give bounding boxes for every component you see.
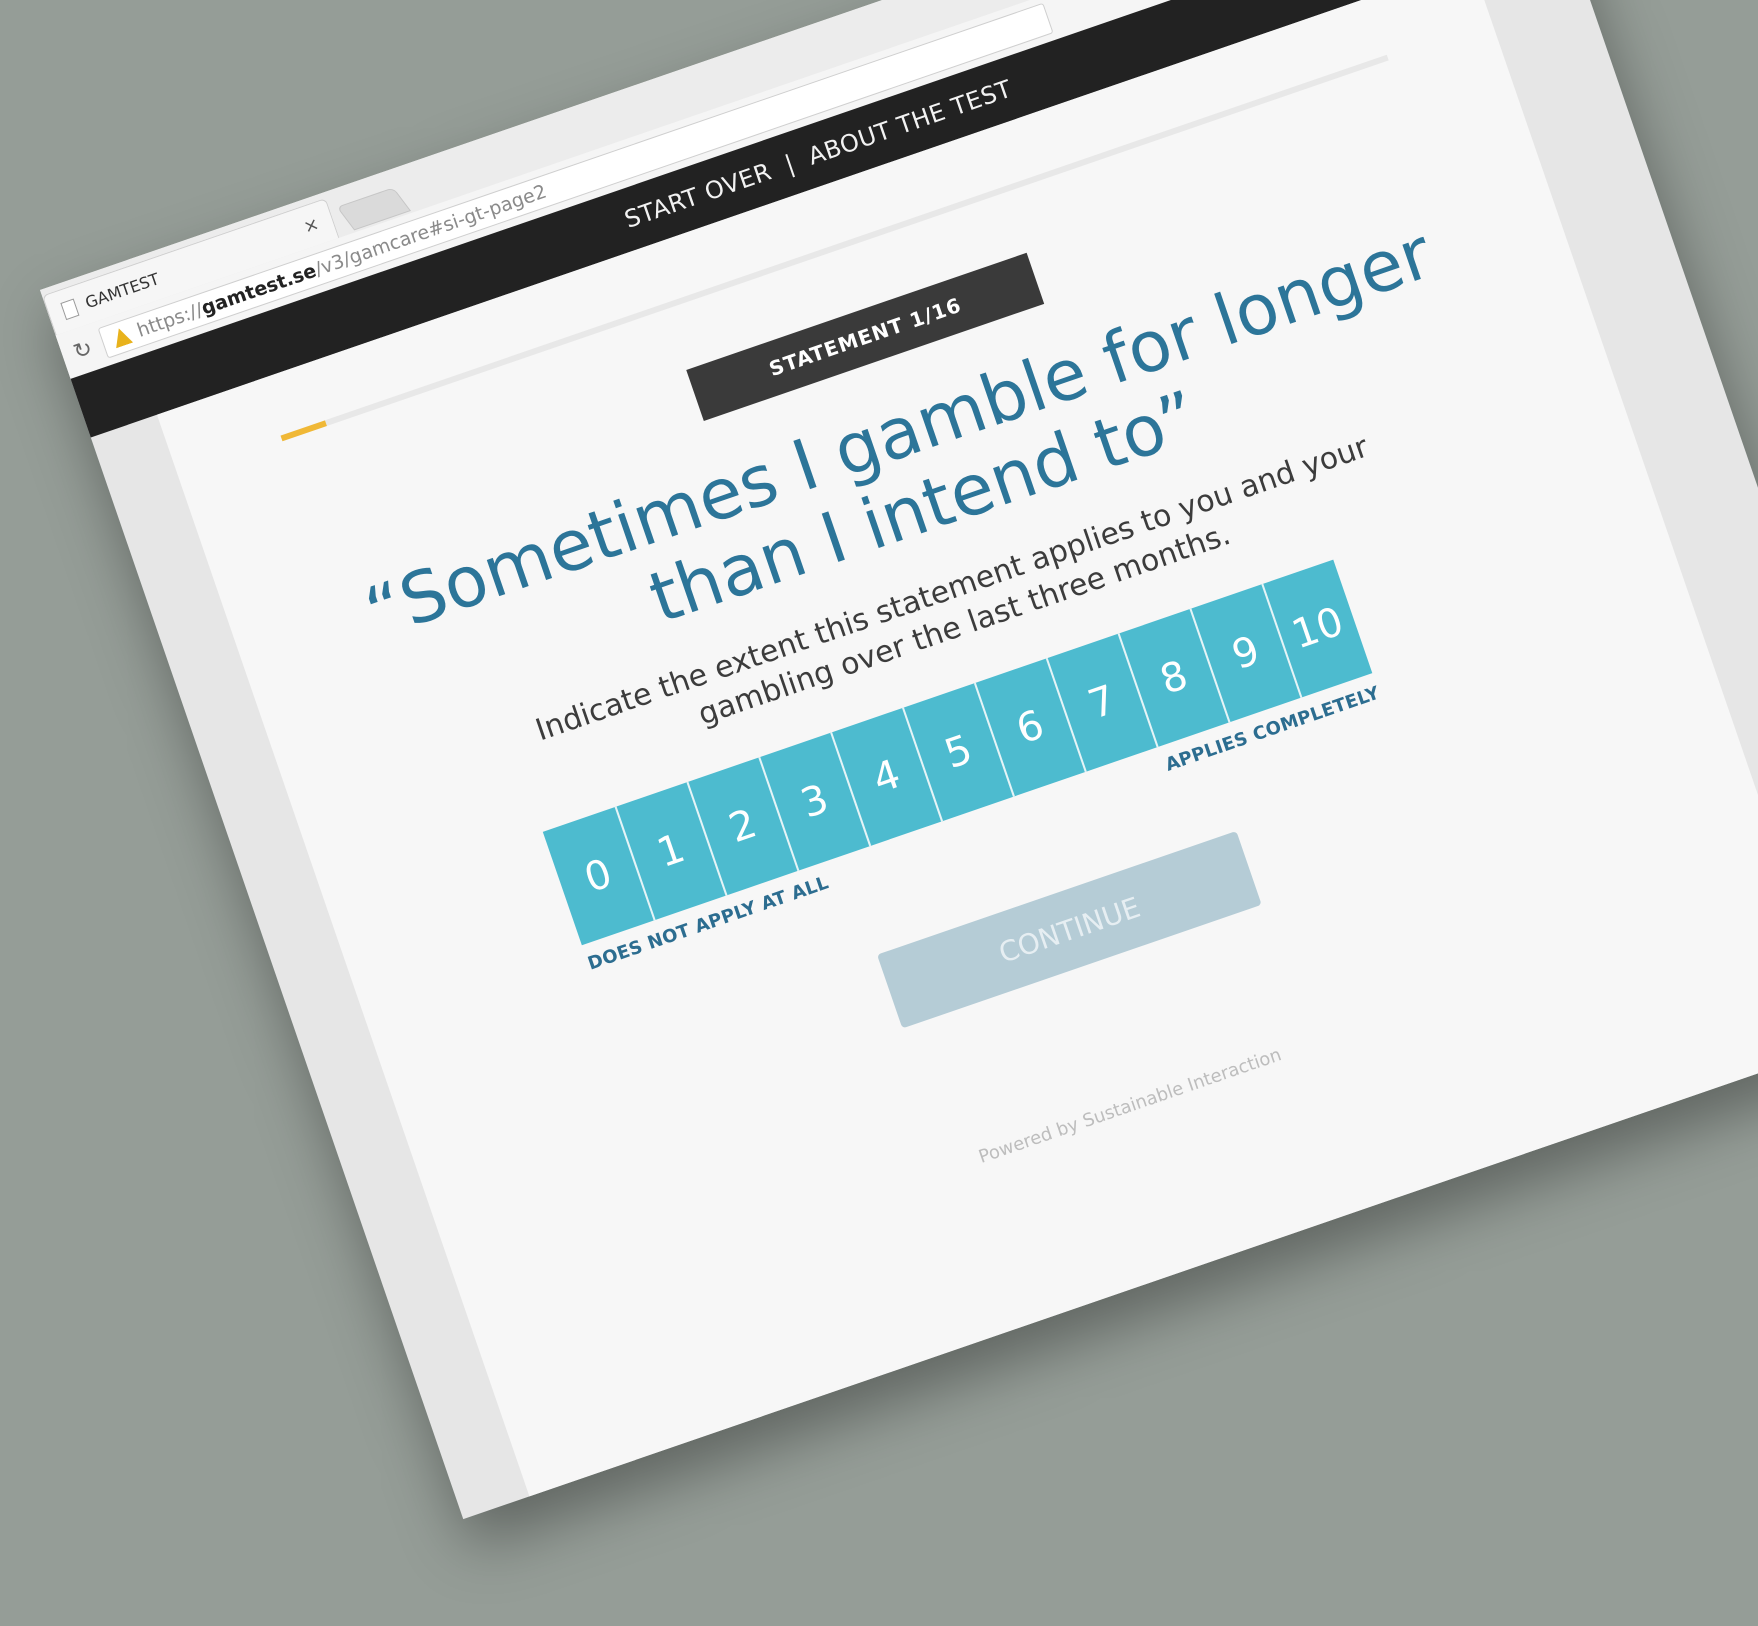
nav-separator: | (781, 149, 799, 179)
photo-background: GAMTEST × ↻ https:// gamtest.se /v3/gamc… (0, 0, 1758, 1626)
continue-button[interactable]: CONTINUE (877, 830, 1262, 1029)
document-icon (60, 298, 80, 320)
reload-icon[interactable]: ↻ (65, 334, 102, 367)
security-warning-icon[interactable] (110, 326, 133, 349)
progress-fill (280, 420, 327, 442)
browser-window: GAMTEST × ↻ https:// gamtest.se /v3/gamc… (40, 0, 1758, 1520)
